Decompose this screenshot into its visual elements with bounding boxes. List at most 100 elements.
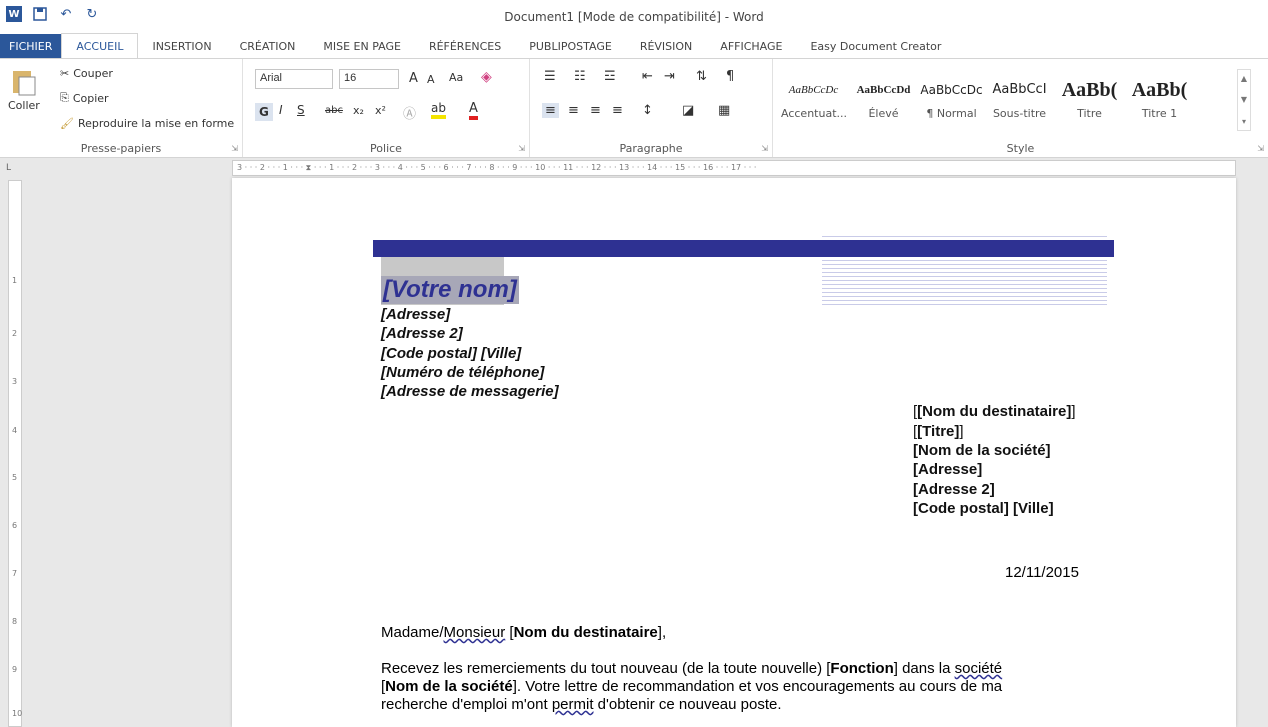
style-normal[interactable]: AaBbCcDc ¶ Normal: [919, 73, 984, 133]
sender-address-2[interactable]: [Adresse 2]: [381, 325, 463, 342]
underline-button[interactable]: S: [297, 103, 305, 117]
font-size-value: 16: [344, 72, 357, 84]
body-line-2[interactable]: [Nom de la société]. Votre lettre de rec…: [381, 678, 1081, 696]
clipboard-launcher-icon[interactable]: ⇲: [231, 144, 238, 153]
paste-label: Coller: [8, 99, 40, 112]
body-text: ] dans la: [893, 660, 955, 677]
ruler-number: 7: [12, 569, 18, 578]
document-page[interactable]: [Votre nom] [Adresse] [Adresse 2] [Code …: [232, 178, 1236, 727]
font-name-dropdown[interactable]: Arial: [255, 69, 333, 89]
style-titre[interactable]: AaBb( Titre: [1057, 73, 1122, 133]
scroll-down-icon[interactable]: ▼: [1241, 95, 1247, 104]
styles-launcher-icon[interactable]: ⇲: [1257, 144, 1264, 153]
clear-formatting-icon[interactable]: ◈: [481, 69, 492, 85]
highlight-color-button[interactable]: ab: [431, 101, 446, 119]
copy-button[interactable]: ⎘ Copier: [60, 91, 109, 105]
font-launcher-icon[interactable]: ⇲: [518, 144, 525, 153]
grow-font-button[interactable]: A: [409, 71, 418, 86]
shrink-font-button[interactable]: A: [427, 73, 435, 86]
ruler-number: 9: [12, 665, 18, 674]
numbering-icon[interactable]: ☷: [574, 69, 586, 84]
horizontal-ruler[interactable]: 3 · · · 2 · · · 1 · · · ⧗ · · · 1 · · · …: [232, 160, 1236, 176]
recipient-address[interactable]: [Adresse]: [913, 461, 982, 478]
recipient-address-2[interactable]: [Adresse 2]: [913, 481, 995, 498]
salutation-text: [: [505, 624, 514, 641]
pilcrow-icon[interactable]: ¶: [726, 69, 734, 84]
salutation[interactable]: Madame/Monsieur [Nom du destinataire],: [381, 624, 1081, 642]
brush-icon: 🖌: [60, 117, 74, 130]
sender-phone[interactable]: [Numéro de téléphone]: [381, 364, 544, 381]
style-accentuation[interactable]: AaBbCcDc Accentuat...: [781, 73, 846, 133]
body-line-3[interactable]: recherche d'emploi m'ont permit d'obteni…: [381, 696, 1081, 714]
sort-icon[interactable]: ⇅: [696, 69, 707, 84]
justify-icon[interactable]: ≡: [612, 103, 623, 118]
tab-insertion[interactable]: INSERTION: [138, 34, 225, 58]
shading-icon[interactable]: ◪: [682, 103, 694, 118]
tab-easy-document-creator[interactable]: Easy Document Creator: [796, 34, 955, 58]
tab-affichage[interactable]: AFFICHAGE: [706, 34, 796, 58]
strikethrough-button[interactable]: abc: [325, 105, 343, 116]
recipient-company[interactable]: [Nom de la société]: [913, 442, 1051, 459]
tab-references[interactable]: RÉFÉRENCES: [415, 34, 515, 58]
clipboard-group-label: Presse-papiers: [80, 142, 162, 155]
copy-label: Copier: [72, 91, 109, 105]
sender-email[interactable]: [Adresse de messagerie]: [381, 383, 559, 400]
change-case-button[interactable]: Aa: [449, 71, 463, 84]
scroll-up-icon[interactable]: ▲: [1241, 74, 1247, 83]
borders-icon[interactable]: ▦: [718, 103, 730, 118]
line-spacing-icon[interactable]: ↕: [642, 103, 653, 118]
tab-fichier[interactable]: FICHIER: [0, 34, 62, 58]
ribbon: Coller ✂ Couper ⎘ Copier 🖌 Reproduire la mi…: [0, 58, 1268, 158]
more-styles-icon[interactable]: ▾: [1242, 117, 1246, 126]
tab-accueil[interactable]: ACCUEIL: [61, 33, 139, 58]
increase-indent-icon[interactable]: ⇥: [664, 69, 675, 84]
paragraph-launcher-icon[interactable]: ⇲: [761, 144, 768, 153]
bullets-icon[interactable]: ☰: [544, 69, 556, 84]
italic-button[interactable]: I: [279, 103, 283, 117]
tab-publipostage[interactable]: PUBLIPOSTAGE: [515, 34, 626, 58]
align-center-icon[interactable]: ≡: [568, 103, 579, 118]
cut-button[interactable]: ✂ Couper: [60, 67, 113, 80]
styles-scroll[interactable]: ▲ ▼ ▾: [1237, 69, 1251, 131]
tab-selector[interactable]: L: [6, 163, 20, 177]
style-sample: AaBbCcDc: [788, 84, 839, 96]
styles-group: AaBbCcDc Accentuat... AaBbCcDd Élevé AaB…: [773, 59, 1268, 157]
decrease-indent-icon[interactable]: ⇤: [642, 69, 653, 84]
recipient-title[interactable]: [[Titre]]: [913, 423, 964, 440]
sender-address[interactable]: [Adresse]: [381, 306, 450, 323]
letter-date[interactable]: 12/11/2015: [1005, 564, 1079, 581]
multilevel-list-icon[interactable]: ☲: [604, 69, 616, 84]
body-placeholder: Fonction: [830, 660, 894, 677]
ruler-number: 6: [12, 521, 18, 530]
tab-mise-en-page[interactable]: MISE EN PAGE: [309, 34, 415, 58]
header-bar: [373, 240, 1114, 257]
ruler-number: 4: [12, 426, 18, 435]
style-titre-1[interactable]: AaBb( Titre 1: [1127, 73, 1192, 133]
paste-button[interactable]: Coller: [8, 67, 40, 112]
spellcheck-word: permit: [551, 696, 594, 713]
align-left-icon[interactable]: ≡: [542, 103, 559, 118]
subscript-button[interactable]: x₂: [353, 104, 364, 117]
bold-button[interactable]: G: [255, 103, 273, 121]
format-painter-button[interactable]: 🖌 Reproduire la mise en forme: [60, 117, 234, 130]
tab-revision[interactable]: RÉVISION: [626, 34, 706, 58]
style-sample: AaBb(: [1061, 79, 1118, 101]
sender-name[interactable]: [Votre nom]: [381, 276, 519, 304]
font-name-value: Arial: [260, 72, 283, 84]
recipient-name[interactable]: [[Nom du destinataire]]: [913, 403, 1076, 420]
superscript-button[interactable]: x²: [375, 104, 386, 117]
vertical-ruler[interactable]: 1 2 3 4 5 6 7 8 9 10: [8, 180, 22, 727]
align-right-icon[interactable]: ≡: [590, 103, 601, 118]
recipient-name-text: [Nom du destinataire]: [917, 403, 1072, 420]
style-sous-titre[interactable]: AaBbCcI Sous-titre: [987, 73, 1052, 133]
text-effects-icon[interactable]: Ⓐ: [403, 103, 416, 122]
font-size-dropdown[interactable]: 16: [339, 69, 399, 89]
style-sample: AaBbCcDc: [920, 83, 983, 97]
tab-creation[interactable]: CRÉATION: [226, 34, 310, 58]
style-eleve[interactable]: AaBbCcDd Élevé: [851, 73, 916, 133]
recipient-postal-city[interactable]: [Code postal] [Ville]: [913, 500, 1054, 517]
body-line-1[interactable]: Recevez les remerciements du tout nouvea…: [381, 660, 1081, 678]
font-color-button[interactable]: A: [469, 101, 478, 120]
style-sample: AaBbCcI: [992, 82, 1047, 97]
sender-postal-city[interactable]: [Code postal] [Ville]: [381, 345, 521, 362]
